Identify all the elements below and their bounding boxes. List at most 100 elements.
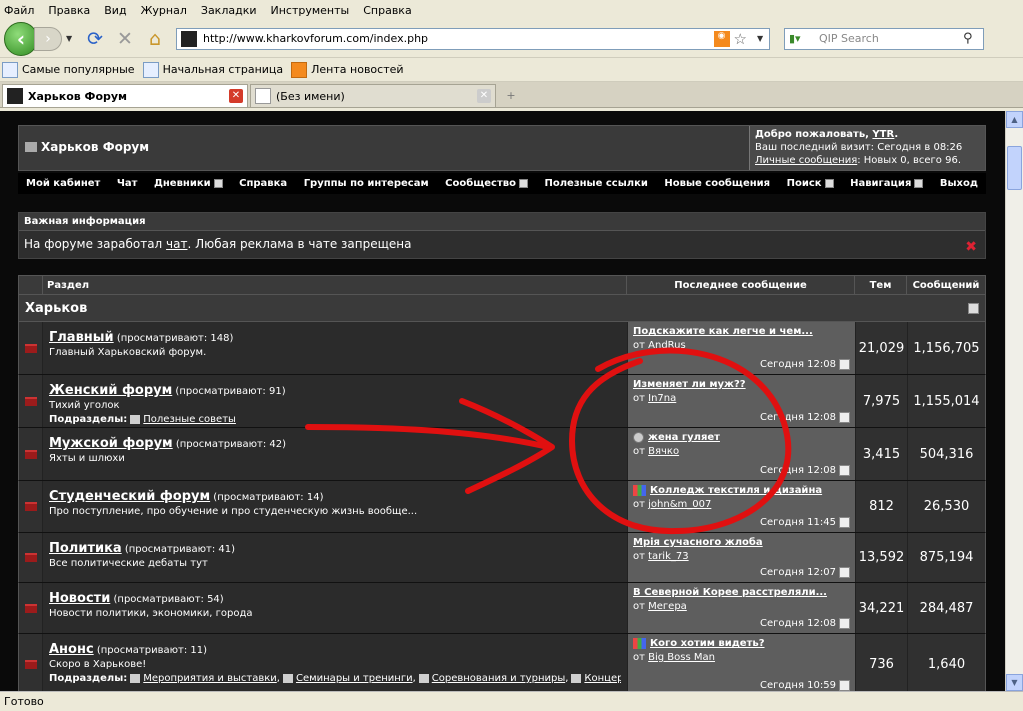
tab-kharkov-forum[interactable]: Харьков Форум ✕ — [2, 84, 248, 107]
nav-diaries[interactable]: Дневники — [154, 178, 223, 189]
menu-edit[interactable]: Правка — [48, 4, 90, 17]
close-tab-icon[interactable]: ✕ — [229, 89, 243, 103]
history-dropdown-icon[interactable]: ▼ — [66, 34, 78, 43]
nav-community[interactable]: Сообщество — [445, 178, 528, 189]
subforum-link[interactable]: Соревнования и турниры — [432, 673, 565, 684]
subforum-link[interactable]: Концерты — [584, 673, 621, 684]
by-label: от — [633, 652, 645, 663]
search-input[interactable]: QIP Search — [819, 32, 963, 45]
new-tab-button[interactable]: + — [498, 84, 524, 107]
last-post-title-link[interactable]: Изменяет ли муж?? — [633, 379, 850, 390]
forum-title-link[interactable]: Женский форум — [49, 383, 172, 398]
info-text: На форуме заработал — [24, 237, 167, 251]
category-title[interactable]: Харьков — [25, 301, 87, 316]
last-post-author-link[interactable]: john&m_007 — [648, 499, 711, 510]
url-dropdown-icon[interactable]: ▼ — [757, 34, 769, 43]
collapse-icon[interactable] — [968, 302, 979, 314]
forum-logo[interactable]: Харьков Форум — [25, 140, 149, 154]
rss-feed-icon[interactable]: ◉ — [713, 30, 730, 47]
page-icon — [142, 61, 159, 78]
folder-icon — [25, 142, 37, 152]
scroll-down-icon[interactable]: ▼ — [1006, 674, 1023, 691]
go-to-post-icon[interactable] — [839, 680, 850, 691]
bookmark-most-visited[interactable]: Самые популярные — [2, 61, 135, 78]
nav-logout[interactable]: Выход — [940, 178, 978, 189]
menu-file[interactable]: Файл — [4, 4, 34, 17]
go-to-post-icon[interactable] — [839, 359, 850, 370]
search-box[interactable]: ▮▾ QIP Search ⚲ — [784, 27, 984, 50]
nav-useful-links[interactable]: Полезные ссылки — [544, 178, 647, 189]
menu-view[interactable]: Вид — [104, 4, 126, 17]
forum-viewers: (просматривают: 41) — [121, 544, 236, 555]
private-messages-link[interactable]: Личные сообщения — [755, 155, 857, 166]
forum-title-link[interactable]: Студенческий форум — [49, 489, 210, 504]
subforum-link[interactable]: Семинары и тренинги — [296, 673, 413, 684]
last-post-date: Сегодня 11:45 — [760, 517, 850, 528]
last-post-title-link[interactable]: жена гуляет — [633, 432, 850, 443]
stop-button[interactable]: ✕ — [112, 26, 138, 52]
go-to-post-icon[interactable] — [839, 465, 850, 476]
nav-navigation[interactable]: Навигация — [850, 178, 924, 189]
forum-folder-icon — [24, 603, 37, 613]
nav-chat[interactable]: Чат — [117, 178, 138, 189]
last-post-author-link[interactable]: Big Boss Man — [648, 652, 715, 663]
last-post-author-link[interactable]: In7na — [648, 393, 676, 404]
forum-title-link[interactable]: Анонс — [49, 642, 94, 657]
navigation-toolbar: ‹ › ▼ ⟳ ✕ ⌂ http://www.kharkovforum.com/… — [0, 20, 1023, 58]
vertical-scrollbar[interactable]: ▲ ▼ — [1005, 111, 1023, 691]
nav-my-cabinet[interactable]: Мой кабинет — [26, 178, 100, 189]
search-engine-icon[interactable]: ▮▾ — [789, 32, 819, 45]
forward-button[interactable]: › — [34, 26, 62, 51]
go-to-post-icon[interactable] — [839, 567, 850, 578]
menu-bookmarks[interactable]: Закладки — [201, 4, 257, 17]
chat-link[interactable]: чат — [166, 237, 187, 251]
last-post-author-line: от john&m_007 — [633, 499, 850, 510]
close-tab-icon[interactable]: ✕ — [477, 89, 491, 103]
bookmark-label: Начальная страница — [162, 63, 284, 76]
last-post-title-link[interactable]: Колледж текстиля и дизайна — [633, 485, 850, 496]
bookmark-label: Самые популярные — [22, 63, 135, 76]
subforums-line: Подразделы: Мероприятия и выставки, Семина… — [49, 673, 621, 684]
last-post-title-link[interactable]: В Северной Корее расстреляли... — [633, 587, 850, 598]
tab-untitled[interactable]: (Без имени) ✕ — [250, 84, 496, 107]
go-to-post-icon[interactable] — [839, 412, 850, 423]
forum-title-link[interactable]: Мужской форум — [49, 436, 173, 451]
menu-history[interactable]: Журнал — [141, 4, 187, 17]
nav-groups[interactable]: Группы по интересам — [304, 178, 429, 189]
menu-help[interactable]: Справка — [363, 4, 411, 17]
nav-search[interactable]: Поиск — [787, 178, 834, 189]
last-post-author-link[interactable]: Мегера — [648, 601, 687, 612]
bookmark-star-icon[interactable]: ☆ — [734, 30, 747, 48]
subforum-link[interactable]: Мероприятия и выставки — [143, 673, 277, 684]
home-button[interactable]: ⌂ — [142, 26, 168, 52]
forum-title-link[interactable]: Главный — [49, 330, 114, 345]
nav-help[interactable]: Справка — [239, 178, 287, 189]
scroll-up-icon[interactable]: ▲ — [1006, 111, 1023, 128]
close-icon[interactable]: ✖ — [965, 239, 977, 255]
url-text[interactable]: http://www.kharkovforum.com/index.php — [203, 32, 714, 45]
last-post-author-link[interactable]: Вячко — [648, 446, 679, 457]
reload-button[interactable]: ⟳ — [82, 26, 108, 52]
forum-title-link[interactable]: Новости — [49, 591, 110, 606]
last-post-author-link[interactable]: AndRus — [648, 340, 686, 351]
search-icon[interactable]: ⚲ — [963, 31, 983, 46]
go-to-post-icon[interactable] — [839, 517, 850, 528]
forum-title-link[interactable]: Политика — [49, 541, 122, 556]
subforum-link[interactable]: Полезные советы — [143, 414, 236, 425]
bookmark-start-page[interactable]: Начальная страница — [142, 61, 284, 78]
bookmark-news-feed[interactable]: Лента новостей — [291, 61, 404, 78]
nav-new-posts[interactable]: Новые сообщения — [664, 178, 770, 189]
last-post-title-link[interactable]: Подскажите как легче и чем... — [633, 326, 850, 337]
scroll-thumb[interactable] — [1007, 146, 1022, 190]
username-link[interactable]: YTR — [872, 129, 894, 140]
back-button[interactable]: ‹ — [4, 21, 38, 56]
last-post-title-link[interactable]: Кого хотим видеть? — [633, 638, 850, 649]
go-to-post-icon[interactable] — [839, 618, 850, 629]
last-post-cell: Мрiя сучасного жлоба от tarik_73 Сегодня 1… — [627, 533, 855, 582]
header-section: Раздел — [43, 276, 627, 294]
url-bar[interactable]: http://www.kharkovforum.com/index.php ◉ … — [176, 27, 770, 50]
last-post-author-link[interactable]: tarik_73 — [648, 551, 688, 562]
menu-tools[interactable]: Инструменты — [271, 4, 350, 17]
last-post-title-link[interactable]: Мрiя сучасного жлоба — [633, 537, 850, 548]
forum-row: Политика (просматривают: 41) Все политиче… — [18, 533, 986, 583]
